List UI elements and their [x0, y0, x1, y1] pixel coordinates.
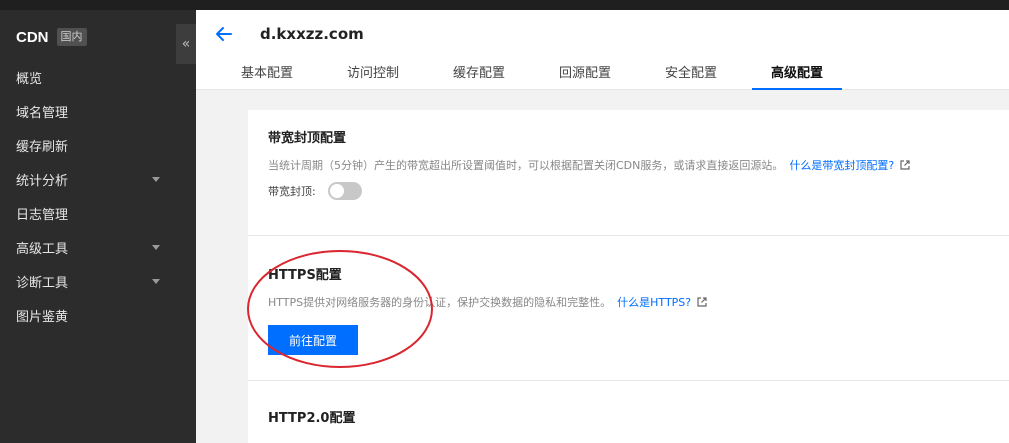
section-title: HTTP2.0配置	[268, 411, 356, 426]
bandwidth-help-link[interactable]: 什么是带宽封顶配置?	[789, 159, 894, 172]
bandwidth-cap-section: 带宽封顶配置 当统计周期（5分钟）产生的带宽超出所设置阈值时，可以根据配置关闭C…	[268, 130, 910, 200]
sidebar-item-image-moderation[interactable]: 图片鉴黄	[0, 298, 176, 332]
tab-cache[interactable]: 缓存配置	[426, 62, 532, 90]
sidebar-collapse-button[interactable]: «	[176, 24, 196, 64]
http2-section: HTTP2.0配置	[268, 410, 355, 428]
sidebar-item-label: 诊断工具	[16, 275, 69, 291]
sidebar-item-cache-refresh[interactable]: 缓存刷新	[0, 128, 176, 162]
bandwidth-toggle-row: 带宽封顶:	[268, 182, 910, 200]
region-tag: 国内	[56, 28, 87, 46]
chevron-down-icon	[152, 278, 160, 284]
sidebar-item-label: 统计分析	[16, 173, 69, 189]
section-description: 当统计周期（5分钟）产生的带宽超出所设置阈值时，可以根据配置关闭CDN服务，或请…	[268, 158, 910, 174]
brand-name: CDN	[16, 28, 49, 46]
toggle-label: 带宽封顶:	[268, 185, 316, 198]
sidebar-item-overview[interactable]: 概览	[0, 60, 176, 94]
chevron-down-icon	[152, 176, 160, 182]
sidebar-item-advanced-tools[interactable]: 高级工具	[0, 230, 176, 264]
https-help-link[interactable]: 什么是HTTPS?	[617, 296, 691, 309]
sidebar-item-domains[interactable]: 域名管理	[0, 94, 176, 128]
sidebar-item-label: 概览	[16, 71, 43, 87]
sidebar-item-label: 域名管理	[16, 105, 69, 121]
sidebar-nav: 概览 域名管理 缓存刷新 统计分析 日志管理 高级工具 诊断工具 图片鉴黄	[0, 60, 176, 332]
toggle-knob	[329, 184, 344, 198]
chevron-down-icon	[152, 244, 160, 250]
sidebar-item-diagnostics[interactable]: 诊断工具	[0, 264, 176, 298]
section-title: 带宽封顶配置	[268, 131, 347, 146]
sidebar-item-label: 图片鉴黄	[16, 309, 69, 325]
sidebar-item-label: 高级工具	[16, 241, 69, 257]
sidebar: CDN 国内 概览 域名管理 缓存刷新 统计分析 日志管理 高级工具 诊断工具 …	[0, 10, 196, 443]
config-tabs: 基本配置 访问控制 缓存配置 回源配置 安全配置 高级配置	[214, 62, 850, 90]
annotation-circle	[247, 250, 433, 368]
sidebar-item-logs[interactable]: 日志管理	[0, 196, 176, 230]
external-link-icon[interactable]	[900, 160, 910, 170]
section-divider	[248, 380, 1009, 381]
sidebar-item-statistics[interactable]: 统计分析	[0, 162, 176, 196]
tab-access-control[interactable]: 访问控制	[320, 62, 426, 90]
top-bar	[0, 0, 1009, 10]
tab-security[interactable]: 安全配置	[638, 62, 744, 90]
page-title: d.kxxzz.com	[260, 25, 364, 43]
back-arrow-icon[interactable]	[214, 24, 234, 44]
sidebar-item-label: 日志管理	[16, 207, 69, 223]
sidebar-item-label: 缓存刷新	[16, 139, 69, 155]
tab-basic[interactable]: 基本配置	[214, 62, 320, 90]
section-divider	[248, 235, 1009, 236]
tab-origin[interactable]: 回源配置	[532, 62, 638, 90]
page-header: d.kxxzz.com 基本配置 访问控制 缓存配置 回源配置 安全配置 高级配…	[196, 10, 1009, 90]
description-text: 当统计周期（5分钟）产生的带宽超出所设置阈值时，可以根据配置关闭CDN服务，或请…	[268, 159, 784, 172]
tab-advanced[interactable]: 高级配置	[744, 62, 850, 90]
external-link-icon[interactable]	[697, 297, 707, 307]
bandwidth-cap-toggle[interactable]	[327, 182, 362, 200]
brand: CDN 国内	[16, 26, 87, 48]
